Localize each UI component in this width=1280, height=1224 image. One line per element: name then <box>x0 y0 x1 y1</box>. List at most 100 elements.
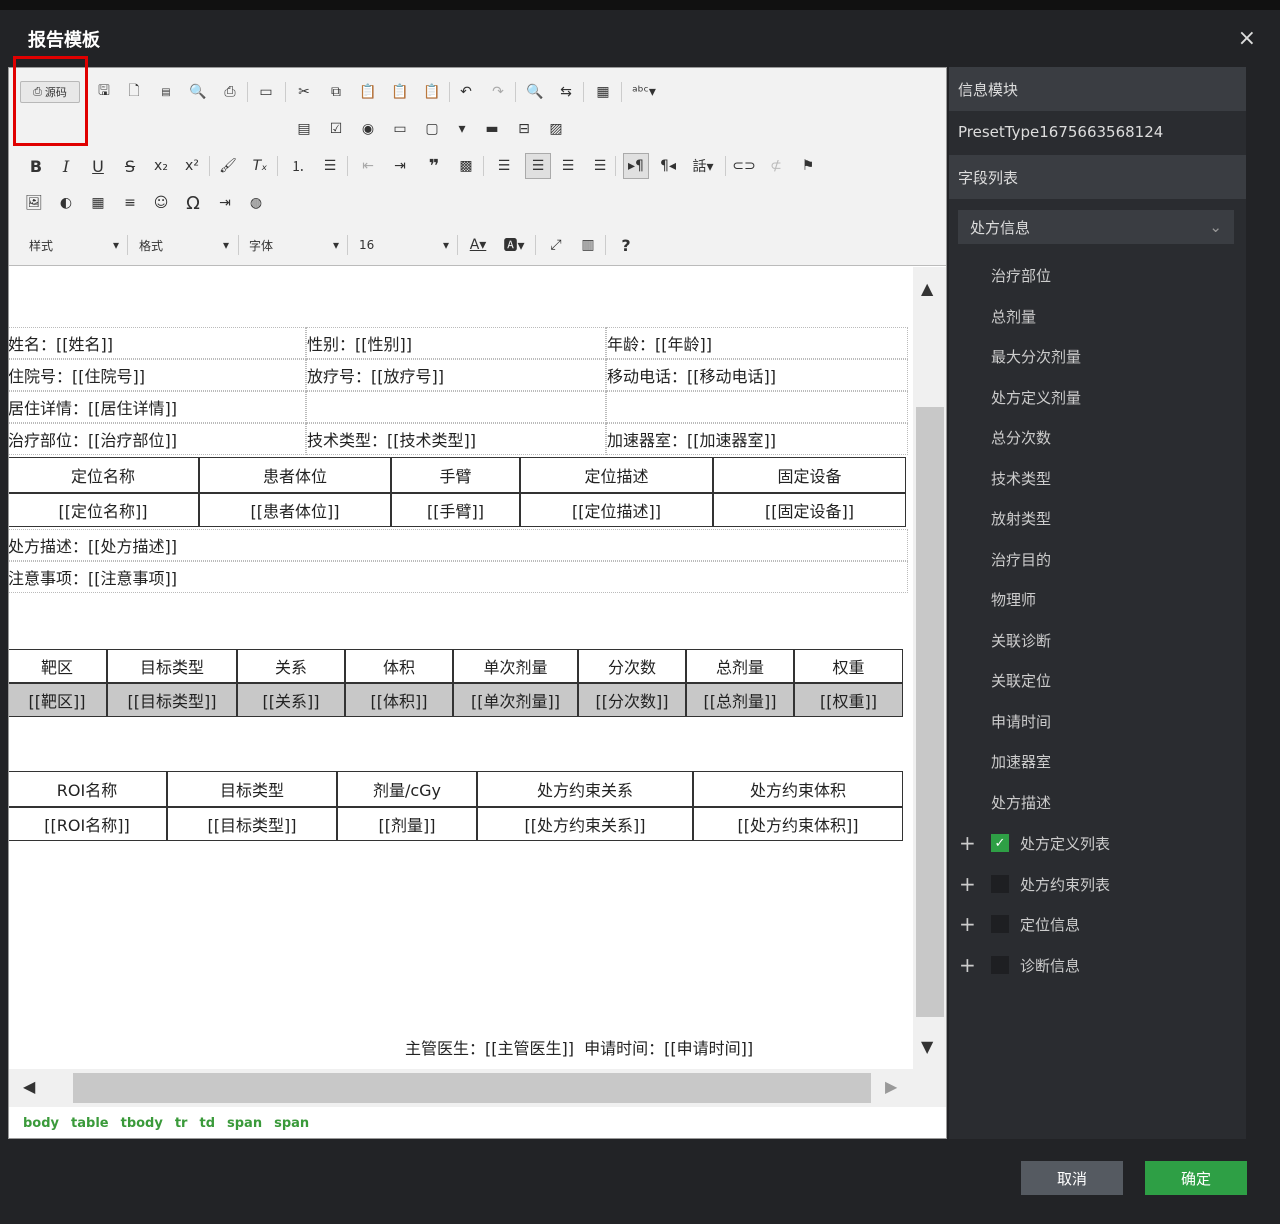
field-item[interactable]: 申请时间 <box>991 711 1051 732</box>
field-item[interactable]: 物理师 <box>991 589 1036 610</box>
format-select[interactable]: 格式 ▾ <box>133 234 233 256</box>
table-cell[interactable]: [[剂量]] <box>337 807 477 841</box>
table-cell[interactable]: [[单次剂量]] <box>453 683 578 717</box>
table-cell[interactable]: [[靶区]] <box>9 683 107 717</box>
image-button-icon[interactable]: ⊟ <box>513 118 535 140</box>
align-left-icon[interactable]: ☰ <box>493 155 515 177</box>
save-icon[interactable]: 🖫 <box>93 81 115 103</box>
paste-text-icon[interactable]: 📋 <box>389 81 411 103</box>
path-item[interactable]: table <box>71 1116 109 1131</box>
plus-icon[interactable]: + <box>959 953 979 977</box>
table-header[interactable]: 处方约束体积 <box>693 771 903 807</box>
redo-icon[interactable]: ↷ <box>487 81 509 103</box>
subscript-icon[interactable]: x₂ <box>150 155 172 177</box>
close-icon[interactable]: × <box>1238 26 1256 51</box>
notes-cell[interactable]: 注意事项：[[注意事项]] <box>9 561 908 593</box>
field-item[interactable]: 加速器室 <box>991 751 1051 772</box>
paste-word-icon[interactable]: 📋 <box>421 81 443 103</box>
table-cell[interactable]: [[处方约束体积]] <box>693 807 903 841</box>
language-icon[interactable]: 話▾ <box>687 155 719 177</box>
page-break-icon[interactable]: ⇥ <box>214 192 236 214</box>
find-icon[interactable]: 🔍 <box>524 81 546 103</box>
info-cell[interactable]: 治疗部位：[[治疗部位]] <box>9 423 306 455</box>
info-cell[interactable]: 性别：[[性别]] <box>306 327 606 359</box>
field-item[interactable]: 治疗目的 <box>991 549 1051 570</box>
textarea-icon[interactable]: ▢ <box>421 118 443 140</box>
plus-icon[interactable]: + <box>959 831 979 855</box>
checkbox[interactable] <box>991 875 1009 893</box>
bg-color-icon[interactable]: 🅰▾ <box>499 234 529 256</box>
maximize-icon[interactable]: ⤢ <box>545 234 567 256</box>
table-cell[interactable]: [[处方约束关系]] <box>477 807 693 841</box>
table-cell[interactable]: [[定位描述]] <box>520 493 713 527</box>
table-header[interactable]: 固定设备 <box>713 457 906 493</box>
button-field-icon[interactable]: ▬ <box>481 118 503 140</box>
select-field-icon[interactable]: ▾ <box>451 118 473 140</box>
table-header[interactable]: 定位名称 <box>9 457 199 493</box>
numbered-list-icon[interactable]: ⒈ <box>287 155 309 177</box>
path-item[interactable]: body <box>23 1116 59 1131</box>
checkbox-icon[interactable]: ☑ <box>325 118 347 140</box>
bold-icon[interactable]: B <box>25 155 47 177</box>
field-item[interactable]: 技术类型 <box>991 468 1051 489</box>
undo-icon[interactable]: ↶ <box>455 81 477 103</box>
underline-icon[interactable]: U <box>87 155 109 177</box>
info-cell[interactable]: 加速器室：[[加速器室]] <box>606 423 908 455</box>
table-cell[interactable]: [[固定设备]] <box>713 493 906 527</box>
info-cell[interactable]: 移动电话：[[移动电话]] <box>606 359 908 391</box>
hidden-field-icon[interactable]: ▨ <box>545 118 567 140</box>
table-header[interactable]: 手臂 <box>391 457 520 493</box>
field-item[interactable]: 关联诊断 <box>991 630 1051 651</box>
anchor-icon[interactable]: ⚑ <box>797 155 819 177</box>
textfield-icon[interactable]: ▭ <box>389 118 411 140</box>
field-item[interactable]: 总剂量 <box>991 306 1036 327</box>
ok-button[interactable]: 确定 <box>1145 1161 1247 1195</box>
smiley-icon[interactable]: ☺ <box>150 192 172 214</box>
italic-icon[interactable]: I <box>55 155 77 177</box>
scrollbar-thumb[interactable] <box>916 407 944 1017</box>
table-cell[interactable]: [[目标类型]] <box>107 683 237 717</box>
rtl-icon[interactable]: ¶◂ <box>657 155 679 177</box>
special-char-icon[interactable]: Ω <box>182 192 204 214</box>
group-item[interactable]: + ✓ 处方定义列表 <box>959 831 1110 855</box>
strikethrough-icon[interactable]: S <box>119 155 141 177</box>
table-cell[interactable]: [[分次数]] <box>578 683 686 717</box>
image-icon[interactable]: 🖼 <box>23 192 45 214</box>
table-header[interactable]: 患者体位 <box>199 457 391 493</box>
outdent-icon[interactable]: ⇤ <box>357 155 379 177</box>
blockquote-icon[interactable]: ❞ <box>423 155 445 177</box>
horizontal-line-icon[interactable]: ≡ <box>119 192 141 214</box>
radio-icon[interactable]: ◉ <box>357 118 379 140</box>
category-select[interactable]: 处方信息 ⌄ <box>958 210 1234 244</box>
plus-icon[interactable]: + <box>959 872 979 896</box>
align-center-icon[interactable]: ☰ <box>525 153 551 179</box>
path-item[interactable]: tr <box>175 1116 188 1131</box>
table-cell[interactable]: [[目标类型]] <box>167 807 337 841</box>
justify-icon[interactable]: ☰ <box>589 155 611 177</box>
group-item[interactable]: + 定位信息 <box>959 912 1080 936</box>
editor-content[interactable]: 姓名：[[姓名]] 性别：[[性别]] 年龄：[[年龄]] 住院号：[[住院号]… <box>9 267 912 1069</box>
form-icon[interactable]: ▤ <box>293 118 315 140</box>
info-cell[interactable]: 住院号：[[住院号]] <box>9 359 306 391</box>
copy-icon[interactable]: ⧉ <box>325 81 347 103</box>
table-header[interactable]: 目标类型 <box>107 649 237 683</box>
table-header[interactable]: 体积 <box>345 649 453 683</box>
table-header[interactable]: 目标类型 <box>167 771 337 807</box>
ltr-icon[interactable]: ▸¶ <box>623 153 649 179</box>
horizontal-scrollbar[interactable]: ◀ ▶ <box>9 1069 946 1107</box>
checkbox[interactable] <box>991 956 1009 974</box>
bulleted-list-icon[interactable]: ☰ <box>319 155 341 177</box>
field-item[interactable]: 处方描述 <box>991 792 1051 813</box>
field-item[interactable]: 放射类型 <box>991 508 1051 529</box>
font-size-select[interactable]: 16 ▾ <box>353 234 453 256</box>
table-header[interactable]: 处方约束关系 <box>477 771 693 807</box>
table-icon[interactable]: ▦ <box>87 192 109 214</box>
table-cell[interactable]: [[手臂]] <box>391 493 520 527</box>
info-cell[interactable] <box>306 391 606 423</box>
path-item[interactable]: tbody <box>121 1116 163 1131</box>
field-item[interactable]: 总分次数 <box>991 427 1051 448</box>
info-cell[interactable]: 年龄：[[年龄]] <box>606 327 908 359</box>
scroll-up-icon[interactable]: ▲ <box>921 279 933 298</box>
preview-icon[interactable]: 🔍 <box>187 81 209 103</box>
show-blocks-icon[interactable]: ▥ <box>577 234 599 256</box>
